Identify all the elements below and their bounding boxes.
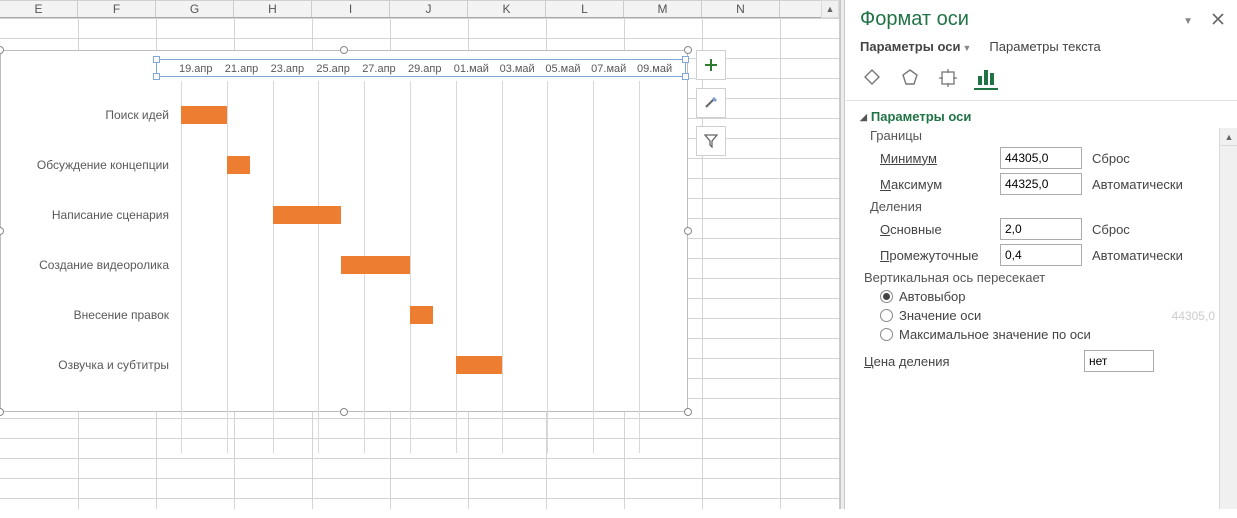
radio-icon — [880, 328, 893, 341]
size-properties-icon[interactable] — [936, 66, 960, 90]
units-heading: Деления — [870, 199, 1223, 214]
major-reset-button[interactable]: Сброс — [1092, 222, 1130, 237]
pane-subtabs: Параметры оси▼ Параметры текста — [846, 37, 1237, 62]
chart-category-label[interactable]: Внесение правок — [0, 308, 169, 322]
chart-plot-area[interactable] — [181, 81, 685, 453]
cross-max-radio[interactable]: Максимальное значение по оси — [880, 327, 1223, 342]
chart-styles-button[interactable] — [696, 88, 726, 118]
col-header[interactable]: J — [390, 1, 468, 17]
pane-options-dropdown-icon[interactable]: ▼ — [1183, 16, 1193, 27]
cross-value-hint: 44305,0 — [1172, 309, 1215, 323]
cross-value-radio[interactable]: Значение оси 44305,0 — [880, 308, 1223, 323]
chart-bar[interactable] — [341, 256, 410, 274]
axis-label-selection[interactable] — [156, 59, 686, 77]
col-header[interactable]: F — [78, 1, 156, 17]
max-input[interactable] — [1000, 173, 1082, 195]
minor-input[interactable] — [1000, 244, 1082, 266]
chevron-down-icon[interactable]: ▼ — [962, 43, 971, 53]
chart-category-label[interactable]: Обсуждение концепции — [0, 158, 169, 172]
minor-label: Промежуточные — [880, 248, 1000, 263]
col-header[interactable]: E — [0, 1, 78, 17]
chart-category-label[interactable]: Написание сценария — [0, 208, 169, 222]
chart-bar[interactable] — [410, 306, 433, 324]
col-header[interactable]: M — [624, 1, 702, 17]
bounds-heading: Границы — [870, 128, 1223, 143]
chart-bar[interactable] — [273, 206, 342, 224]
pane-scrollbar[interactable]: ▲ — [1219, 128, 1237, 509]
col-header[interactable]: K — [468, 1, 546, 17]
chart-bar[interactable] — [181, 106, 227, 124]
chart-bar[interactable] — [456, 356, 502, 374]
chart-elements-button[interactable] — [696, 50, 726, 80]
col-header[interactable]: I — [312, 1, 390, 17]
tab-axis-options[interactable]: Параметры оси — [860, 39, 960, 54]
col-header[interactable]: N — [702, 1, 780, 17]
close-icon[interactable] — [1211, 12, 1225, 26]
minor-state: Автоматически — [1092, 248, 1183, 263]
pane-icon-tabs — [846, 62, 1237, 101]
display-units-select[interactable] — [1084, 350, 1154, 372]
scroll-up-icon[interactable]: ▲ — [1220, 128, 1237, 146]
chart-category-label[interactable]: Озвучка и субтитры — [0, 358, 169, 372]
radio-icon — [880, 309, 893, 322]
pane-splitter[interactable] — [840, 0, 845, 509]
fill-line-icon[interactable] — [860, 66, 884, 90]
chart-object[interactable]: 19.апр 21.апр 23.апр 25.апр 27.апр 29.ап… — [0, 50, 688, 412]
scroll-up-icon[interactable]: ▲ — [821, 0, 839, 18]
chart-filters-button[interactable] — [696, 126, 726, 156]
chart-category-label[interactable]: Поиск идей — [0, 108, 169, 122]
vertical-axis-crosses-heading: Вертикальная ось пересекает — [864, 270, 1223, 285]
radio-icon — [880, 290, 893, 303]
pane-title: Формат оси — [846, 0, 1237, 37]
max-label: ММаксимумаксимум — [880, 177, 1000, 192]
section-axis-options[interactable]: Параметры оси — [860, 109, 1223, 124]
major-label: Основные — [880, 222, 1000, 237]
max-state: Автоматически — [1092, 177, 1183, 192]
format-axis-pane: Формат оси ▼ Параметры оси▼ Параметры те… — [846, 0, 1237, 509]
chart-bar[interactable] — [227, 156, 250, 174]
chart-category-label[interactable]: Создание видеоролика — [0, 258, 169, 272]
col-header[interactable]: G — [156, 1, 234, 17]
min-reset-button[interactable]: Сброс — [1092, 151, 1130, 166]
col-header[interactable]: H — [234, 1, 312, 17]
min-input[interactable] — [1000, 147, 1082, 169]
axis-options-icon[interactable] — [974, 66, 998, 90]
tab-text-options[interactable]: Параметры текста — [989, 39, 1100, 54]
column-header-row: E F G H I J K L M N — [0, 0, 839, 18]
display-units-label: Цена деления — [864, 354, 1084, 369]
worksheet-grid[interactable]: E F G H I J K L M N ▲ — [0, 0, 840, 509]
major-input[interactable] — [1000, 218, 1082, 240]
min-label: Минимум — [880, 151, 1000, 166]
col-header[interactable]: L — [546, 1, 624, 17]
effects-icon[interactable] — [898, 66, 922, 90]
cross-auto-radio[interactable]: Автовыбор — [880, 289, 1223, 304]
